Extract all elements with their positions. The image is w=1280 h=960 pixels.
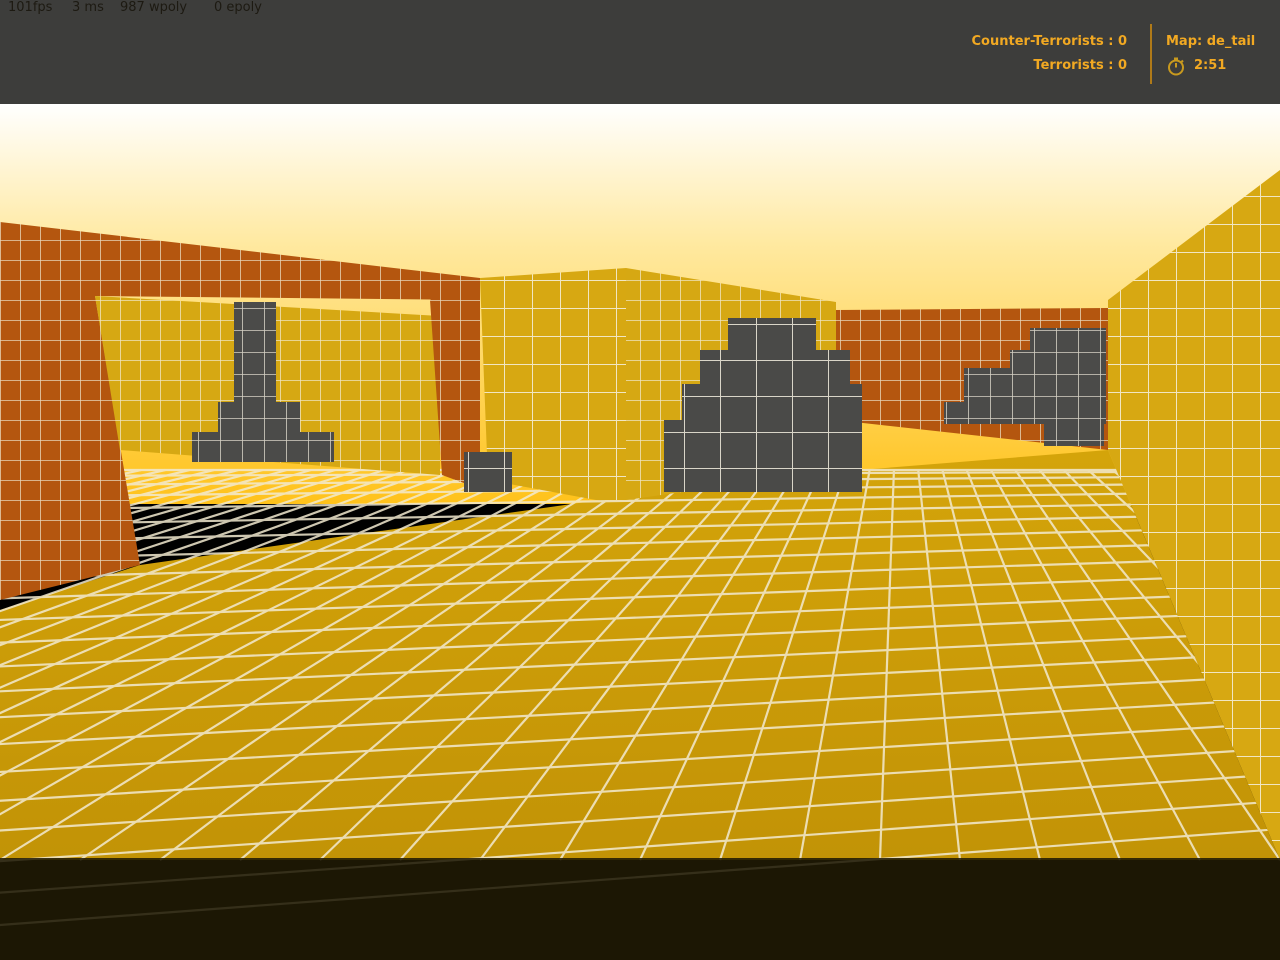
wpoly-readout: 987 wpoly: [120, 0, 188, 15]
hud-bottom-bar: [0, 858, 1280, 960]
t-score: Terrorists : 0: [1033, 58, 1127, 73]
map-info: Map: de_tail 2:51: [1166, 30, 1255, 78]
map-name: Map: de_tail: [1166, 34, 1256, 49]
round-timer: 2:51: [1166, 54, 1255, 78]
fps-readout: 101fps: [8, 0, 53, 15]
hud-divider: [1150, 24, 1152, 84]
debug-stats: 101fps 3 ms 987 wpoly 0 epoly: [8, 0, 262, 15]
game-viewport[interactable]: 101fps 3 ms 987 wpoly 0 epoly Counter-Te…: [0, 0, 1280, 960]
latency-readout: 3 ms: [72, 0, 104, 15]
team-scores: Counter-Terrorists : 0 Terrorists : 0: [972, 30, 1127, 78]
game-scene: [0, 104, 1280, 927]
epoly-readout: 0 epoly: [214, 0, 262, 15]
stopwatch-icon: [1168, 57, 1184, 76]
crate-single: [464, 452, 512, 492]
floor: [0, 450, 1280, 860]
ct-score: Counter-Terrorists : 0: [971, 34, 1127, 49]
timer-value: 2:51: [1194, 58, 1227, 73]
